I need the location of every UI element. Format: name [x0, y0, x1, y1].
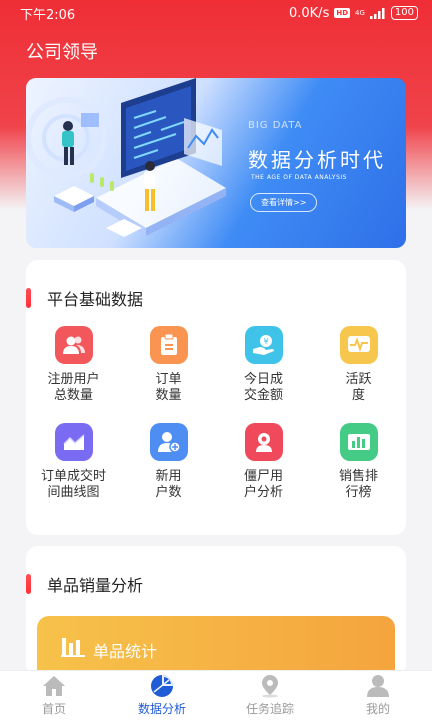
- product-sales-card: 单品销量分析 单品统计: [26, 546, 406, 676]
- status-bar: 下午2:06 0.0K/s HD 4G 100: [0, 0, 432, 26]
- section-marker: [26, 288, 31, 308]
- tab-label: 我的: [365, 702, 390, 716]
- grid-item-label: 今日成 交金额: [243, 372, 283, 403]
- grid-item-today-amount[interactable]: ¥ 今日成 交金额: [216, 326, 311, 404]
- signal-icon: [369, 7, 385, 19]
- grid-item-sales-ranking[interactable]: 销售排 行榜: [311, 423, 406, 501]
- platform-data-grid: 注册用户 总数量 订单 数量 ¥ 今日成 交金额 活跃 度 订单成交时 间曲线图: [26, 326, 406, 501]
- grid-item-label: 销售排 行榜: [338, 469, 378, 500]
- tab-label: 任务追踪: [245, 702, 294, 716]
- grid-item-label: 订单 数量: [155, 372, 182, 403]
- tab-label: 首页: [41, 702, 66, 716]
- hd-icon: HD: [334, 8, 351, 18]
- grid-item-label: 注册用户 总数量: [47, 372, 100, 403]
- view-details-button[interactable]: 查看详情>>: [250, 193, 318, 212]
- grid-item-orders[interactable]: 订单 数量: [121, 326, 216, 404]
- tab-label: 数据分析: [137, 702, 186, 716]
- grid-item-order-time-curve[interactable]: 订单成交时 间曲线图: [26, 423, 121, 501]
- grid-item-zombie-users[interactable]: 僵尸用 户分析: [216, 423, 311, 501]
- tab-task-tracking[interactable]: 任务追踪: [216, 671, 324, 720]
- tab-home[interactable]: 首页: [0, 671, 108, 720]
- product-stats-label: 单品统计: [93, 642, 158, 661]
- section-marker: [26, 574, 31, 594]
- location-icon: [262, 675, 278, 698]
- page-title: 公司领导: [26, 42, 98, 63]
- person-icon: [367, 675, 389, 697]
- network-speed: 0.0K/s: [288, 5, 330, 21]
- pie-chart-icon: [151, 675, 173, 697]
- tab-mine[interactable]: 我的: [324, 671, 432, 720]
- network-type: 4G: [355, 9, 365, 17]
- section-title: 单品销量分析: [47, 576, 144, 595]
- grid-item-new-users[interactable]: 新用 户数: [121, 423, 216, 501]
- grid-item-activity[interactable]: 活跃 度: [311, 326, 406, 404]
- tab-data-analysis[interactable]: 数据分析: [108, 671, 216, 720]
- banner-title: 数据分析时代: [248, 148, 386, 172]
- banner[interactable]: BIG DATA 数据分析时代 THE AGE OF DATA ANALYSIS…: [26, 78, 406, 248]
- banner-illustration: [26, 78, 226, 237]
- home-icon: [43, 676, 65, 696]
- grid-item-label: 活跃 度: [345, 372, 372, 403]
- hand-coin-icon: ¥: [244, 326, 283, 364]
- user-add-icon: [149, 423, 188, 461]
- banner-subtitle: THE AGE OF DATA ANALYSIS: [251, 174, 347, 181]
- grid-item-label: 订单成交时 间曲线图: [40, 469, 106, 500]
- grid-item-registered-users[interactable]: 注册用户 总数量: [26, 326, 121, 404]
- svg-text:¥: ¥: [263, 337, 268, 346]
- pulse-icon: [339, 326, 378, 364]
- battery-icon: 100: [390, 6, 418, 20]
- banner-tag: BIG DATA: [248, 120, 303, 131]
- platform-data-card: 平台基础数据 注册用户 总数量 订单 数量 ¥ 今日成 交金额 活跃 度 订单成…: [26, 260, 406, 535]
- stats-icon: [61, 638, 85, 657]
- zombie-icon: [244, 423, 283, 461]
- users-icon: [54, 326, 93, 364]
- bar-chart-icon: [339, 423, 378, 461]
- bottom-tab-bar: 首页 数据分析 任务追踪 我的: [0, 670, 432, 720]
- clipboard-icon: [149, 326, 188, 364]
- grid-item-label: 新用 户数: [155, 469, 182, 500]
- product-stats-banner[interactable]: 单品统计: [37, 616, 395, 676]
- line-chart-icon: [54, 423, 93, 461]
- section-title: 平台基础数据: [47, 290, 144, 309]
- grid-item-label: 僵尸用 户分析: [243, 469, 283, 500]
- status-time: 下午2:06: [20, 7, 76, 23]
